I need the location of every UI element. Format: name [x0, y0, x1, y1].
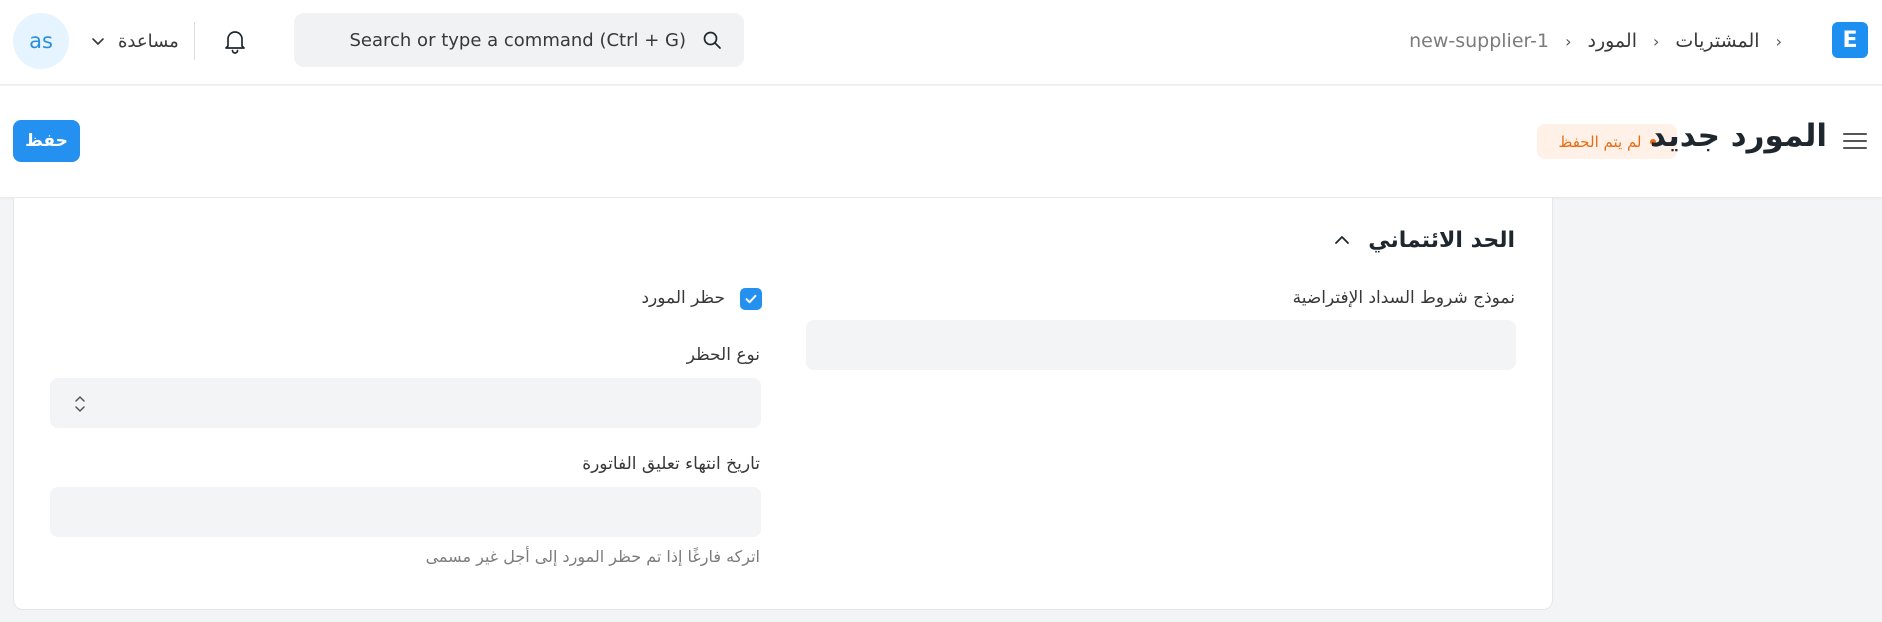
select-arrows-icon [75, 396, 85, 412]
credit-limit-section: الحد الائتماني نموذج شروط السداد الإفترا… [13, 198, 1553, 610]
payment-terms-label: نموذج شروط السداد الإفتراضية [1292, 288, 1515, 308]
hold-type-label: نوع الحظر [686, 345, 760, 365]
search-bar [294, 13, 744, 67]
bell-icon [225, 31, 245, 54]
app-logo-letter: E [1842, 27, 1858, 53]
release-date-field[interactable] [50, 487, 761, 537]
checkmark-icon [745, 294, 757, 304]
chevron-down-icon [92, 38, 104, 45]
section-header[interactable]: الحد الائتماني [1332, 224, 1515, 256]
page-head: حفظ لم يتم الحفظ المورد جديد [0, 86, 1882, 197]
hold-supplier-label: حظر المورد [641, 288, 725, 308]
breadcrumb-separator-icon: › [1653, 31, 1660, 51]
avatar-initials: as [29, 29, 53, 53]
release-date-label: تاريخ انتهاء تعليق الفاتورة [582, 454, 760, 474]
release-date-help: اتركه فارغًا إذا تم حظر المورد إلى أجل غ… [425, 547, 760, 566]
chevron-up-icon [1335, 236, 1350, 244]
user-avatar[interactable]: as [13, 13, 69, 69]
breadcrumb-separator-icon: › [1565, 31, 1572, 51]
breadcrumb-supplier[interactable]: المورد [1587, 30, 1637, 52]
page-title: المورد جديد [1650, 118, 1827, 154]
section-title: الحد الائتماني [1368, 227, 1515, 253]
search-icon [703, 31, 721, 49]
breadcrumb-separator-icon: › [1775, 31, 1782, 51]
hold-type-select[interactable] [50, 378, 761, 428]
navbar-divider [194, 22, 195, 60]
search-input[interactable] [326, 29, 686, 51]
breadcrumb: › المشتريات › المورد › new-supplier-1 [1409, 24, 1782, 58]
breadcrumb-buying[interactable]: المشتريات [1675, 30, 1759, 52]
sidebar-toggle-icon[interactable] [1842, 129, 1868, 153]
notifications-button[interactable] [219, 24, 251, 58]
status-text: لم يتم الحفظ [1558, 132, 1642, 151]
hold-supplier-checkbox[interactable] [740, 288, 762, 310]
app-logo[interactable]: E [1832, 22, 1868, 58]
help-dropdown[interactable]: مساعدة [90, 24, 179, 58]
breadcrumb-current: new-supplier-1 [1409, 30, 1550, 52]
payment-terms-field[interactable] [806, 320, 1516, 370]
save-button[interactable]: حفظ [13, 120, 80, 162]
navbar: as مساعدة › المشتريات › المورد › new-sup… [0, 0, 1882, 85]
help-label: مساعدة [118, 30, 179, 52]
